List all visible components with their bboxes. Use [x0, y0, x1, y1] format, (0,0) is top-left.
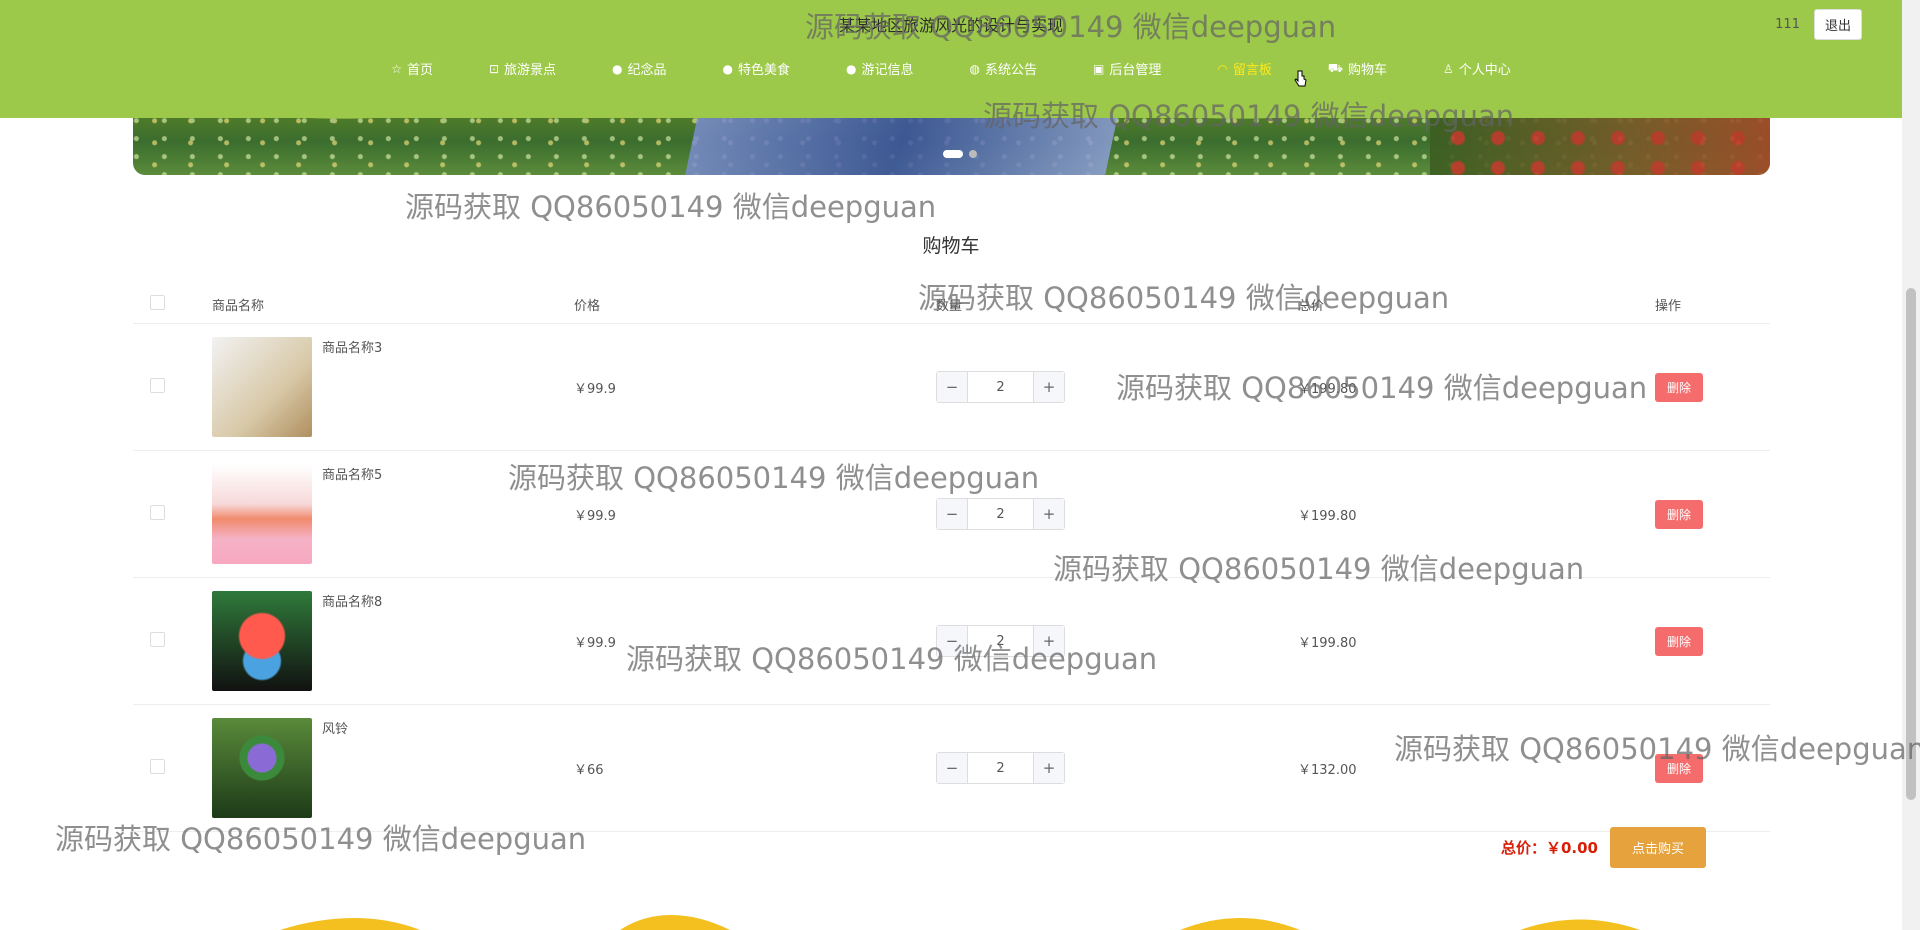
table-row: 商品名称5 ￥99.9 −2 + ￥199.80 删除	[133, 450, 1770, 578]
user-icon: ♙	[1443, 61, 1454, 76]
scrollbar-thumb[interactable]	[1906, 288, 1916, 800]
info-icon: ●	[846, 61, 857, 76]
nav-item-profile[interactable]: ♙ 个人中心	[1415, 59, 1539, 79]
info-icon: ●	[612, 61, 623, 76]
decrease-button[interactable]: −	[937, 499, 967, 529]
header-total: 总价	[1297, 285, 1654, 324]
product-name: 风铃	[322, 722, 349, 737]
nav-item-messages[interactable]: ◠ 留言板	[1189, 59, 1300, 79]
carousel-dot[interactable]	[943, 150, 963, 158]
logout-button[interactable]: 退出	[1813, 9, 1862, 40]
increase-button[interactable]: +	[1034, 626, 1064, 656]
table-row: 商品名称8 ￥99.9 −2 + ￥199.80 删除	[133, 577, 1770, 705]
nav-item-cart[interactable]: ⛟ 购物车	[1300, 59, 1415, 79]
username: 111	[1775, 17, 1800, 32]
row-checkbox[interactable]	[150, 504, 165, 520]
total-price: 总价：￥0.00	[1500, 839, 1598, 857]
product-price: ￥99.9	[573, 577, 935, 705]
product-image[interactable]	[212, 718, 312, 818]
delete-button[interactable]: 删除	[1655, 753, 1704, 783]
product-name: 商品名称8	[322, 595, 383, 610]
table-header-row: 商品名称 价格 数量 总价 操作	[133, 285, 1770, 324]
cart-table: 商品名称 价格 数量 总价 操作 商品名称3 ￥99.9 −2 + ￥199.80…	[133, 285, 1770, 832]
row-checkbox[interactable]	[150, 631, 165, 647]
row-checkbox[interactable]	[150, 377, 165, 393]
quantity-input[interactable]: 2	[967, 372, 1034, 402]
increase-button[interactable]: +	[1034, 753, 1064, 783]
header-name: 商品名称	[211, 285, 573, 324]
header-action: 操作	[1654, 285, 1770, 324]
quantity-input[interactable]: 2	[967, 626, 1034, 656]
nav-item-food[interactable]: ● 特色美食	[695, 59, 819, 79]
product-price: ￥66	[573, 704, 935, 832]
decrease-button[interactable]: −	[937, 626, 967, 656]
delete-button[interactable]: 删除	[1655, 626, 1704, 656]
product-image[interactable]	[212, 337, 312, 437]
help-icon: ●	[722, 61, 734, 76]
quantity-stepper: −2 +	[936, 752, 1065, 784]
quantity-stepper: −2 +	[936, 371, 1065, 403]
mouse-cursor-icon	[1294, 70, 1307, 87]
quantity-stepper: −2 +	[936, 498, 1065, 530]
header-price: 价格	[573, 285, 935, 324]
nav-item-home[interactable]: ☆ 首页	[363, 59, 461, 79]
product-name: 商品名称3	[322, 341, 383, 356]
bottom-wave-decoration	[280, 915, 1640, 930]
row-total: ￥199.80	[1297, 450, 1654, 578]
quantity-input[interactable]: 2	[967, 753, 1034, 783]
carousel-indicators[interactable]	[943, 150, 977, 158]
buy-button[interactable]: 点击购买	[1609, 827, 1706, 868]
product-image[interactable]	[212, 464, 312, 564]
headset-icon: ◠	[1217, 61, 1228, 76]
delete-button[interactable]: 删除	[1655, 499, 1704, 529]
product-image[interactable]	[212, 591, 312, 691]
header-wave	[0, 100, 1902, 119]
product-name: 商品名称5	[322, 468, 383, 483]
row-total: ￥199.80	[1297, 323, 1654, 451]
bag-icon: ⊡	[488, 61, 500, 76]
nav-item-announcements[interactable]: ◍ 系统公告	[942, 59, 1066, 79]
nav-item-souvenirs[interactable]: ● 纪念品	[584, 59, 695, 79]
product-price: ￥99.9	[573, 450, 935, 578]
cart-summary: 总价：￥0.00 点击购买	[1501, 827, 1706, 868]
table-row: 商品名称3 ￥99.9 −2 + ￥199.80 删除	[133, 323, 1770, 451]
page-title: 购物车	[922, 235, 980, 257]
cart-icon: ⛟	[1327, 60, 1344, 75]
row-total: ￥132.00	[1297, 704, 1654, 832]
site-title: 某某地区旅游风光的设计与实现	[838, 16, 1063, 35]
user-area: 111 退出	[1775, 9, 1862, 40]
delete-button[interactable]: 删除	[1655, 372, 1704, 402]
decrease-button[interactable]: −	[937, 372, 967, 402]
table-row: 风铃 ￥66 −2 + ￥132.00 删除	[133, 704, 1770, 832]
increase-button[interactable]: +	[1034, 499, 1064, 529]
star-icon: ☆	[391, 61, 402, 76]
row-checkbox[interactable]	[150, 758, 165, 774]
building-icon: ▣	[1093, 61, 1105, 76]
nav-item-travelogues[interactable]: ● 游记信息	[818, 59, 942, 79]
increase-button[interactable]: +	[1034, 372, 1064, 402]
carousel-dot[interactable]	[969, 150, 977, 158]
decrease-button[interactable]: −	[937, 753, 967, 783]
select-all-checkbox[interactable]	[150, 294, 165, 310]
quantity-input[interactable]: 2	[967, 499, 1034, 529]
header-quantity: 数量	[935, 285, 1297, 324]
nav-item-attractions[interactable]: ⊡ 旅游景点	[461, 59, 584, 79]
row-total: ￥199.80	[1297, 577, 1654, 705]
globe-icon: ◍	[969, 61, 981, 76]
main-nav: ☆ 首页 ⊡ 旅游景点 ● 纪念品 ● 特色美食 ● 游记信息 ◍ 系统公告 ▣ 后台管理 ◠…	[0, 59, 1902, 79]
nav-item-admin[interactable]: ▣ 后台管理	[1065, 59, 1189, 79]
quantity-stepper: −2 +	[936, 625, 1065, 657]
watermark: 源码获取 QQ86050149 微信deepguan	[405, 190, 937, 224]
product-price: ￥99.9	[573, 323, 935, 451]
vertical-scrollbar[interactable]	[1902, 0, 1920, 930]
